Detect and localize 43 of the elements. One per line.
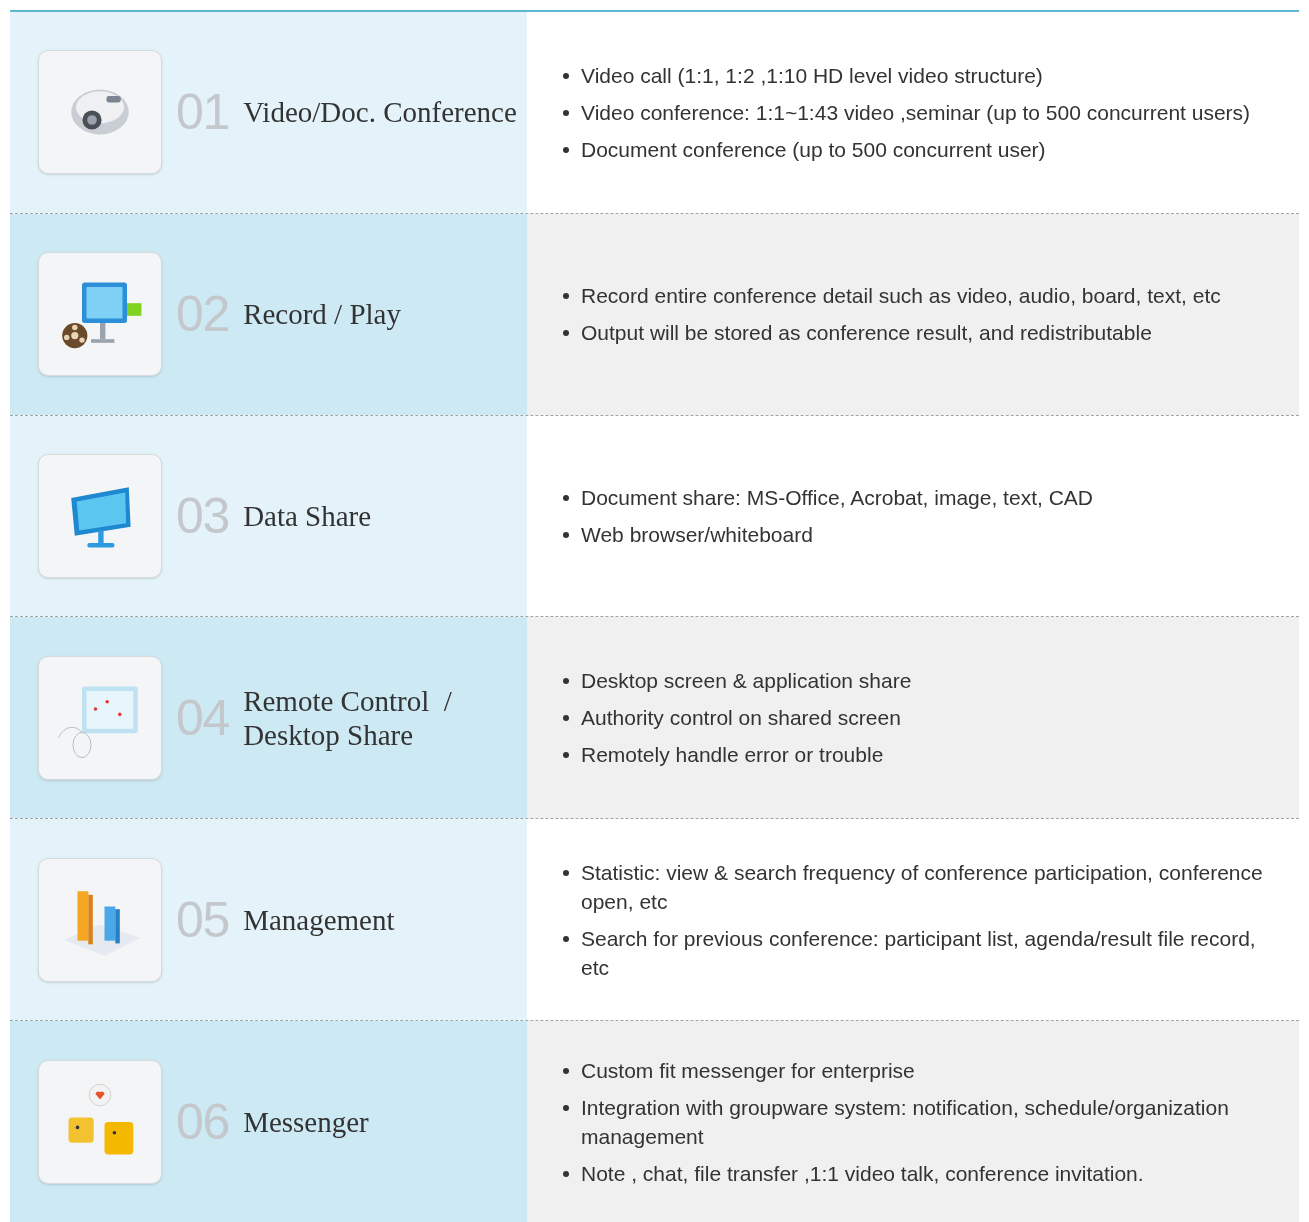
bullet-icon [563,869,569,876]
bullet-icon [563,1067,569,1074]
feature-bullet-text: Statistic: view & search frequency of conference participation, conference open, etc [581,859,1264,915]
projector-icon [71,90,129,135]
feature-title: Record / Play [243,297,401,332]
monitor-icon [62,282,142,349]
feature-title: Management [243,902,395,937]
feature-bullet-text: Document conference (up to 500 concurrent user) [581,136,1046,163]
people-chat-icon [68,1083,134,1154]
screen-mouse-icon [58,686,138,758]
bullet-icon [563,752,569,759]
bullet-icon [563,109,569,116]
feature-bullet-text: Custom fit messenger for enterprise [581,1057,915,1084]
feature-bullet-text: Output will be stored as conference result, and redistributable [581,320,1152,347]
feature-title: Video/Doc. Conference [243,95,517,130]
bullet-icon [563,1170,569,1177]
bullet-icon [563,935,569,942]
feature-title: Desktop Share [243,717,415,752]
bullet-icon [563,146,569,153]
feature-bullet-text: Note , chat, file transfer ,1:1 video talk, conference invitation. [581,1160,1144,1187]
bullet-icon [563,1104,569,1111]
feature-bullet-text: Document share: MS-Office, Acrobat, image, text, CAD [581,485,1093,512]
feature-bullet-text: Video call (1:1, 1:2 ,1:10 HD level video structure) [581,62,1043,89]
feature-title: Data Share [243,499,372,534]
bullet-icon [563,72,569,79]
feature-bullet-text: Video conference: 1:1~1:43 video ,seminar (up to 500 concurrent users) [581,99,1251,126]
feature-bullet-text: Record entire conference detail such as video, audio, board, text, etc [581,283,1221,310]
bullet-icon [563,293,569,300]
bullet-icon [563,330,569,337]
bullet-icon [563,495,569,502]
feature-bullet-text: Authority control on shared screen [581,705,901,732]
feature-bullet-text: Remotely handle error or trouble [581,742,884,769]
monitor-icon [71,487,131,548]
feature-bullet-text: Desktop screen & application share [581,668,912,695]
feature-bullet-text: Web browser/whiteboard [581,522,813,549]
bullet-icon [563,715,569,722]
feature-title: Remote Control / [243,683,452,718]
bullet-icon [563,678,569,685]
feature-title: Messenger [243,1104,369,1139]
feature-bullet-text: Integration with groupware system: notification, schedule/organization management [581,1094,1230,1150]
bar-chart-icon [64,890,141,956]
bullet-icon [563,532,569,539]
feature-bullet-text: Search for previous conference: participant list, agenda/result file record, etc [581,925,1257,981]
